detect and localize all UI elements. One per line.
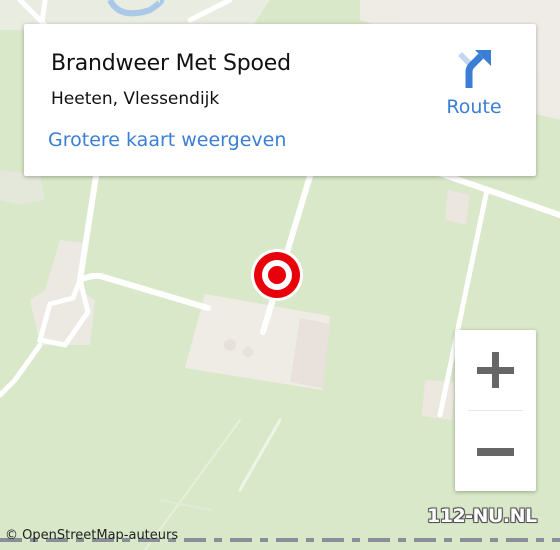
watermark-logo: 112-NU.NL <box>427 505 537 527</box>
place-title: Brandweer Met Spoed <box>51 51 291 76</box>
bigger-map-link[interactable]: Grotere kaart weergeven <box>48 129 286 151</box>
place-address: Heeten, Vlessendijk <box>51 89 220 109</box>
building <box>445 190 470 225</box>
building <box>224 339 236 351</box>
directions-turn-right-icon <box>458 50 491 88</box>
info-card: Brandweer Met Spoed Heeten, Vlessendijk … <box>24 24 536 176</box>
building <box>243 347 253 357</box>
zoom-out-button[interactable] <box>455 411 536 491</box>
map-attribution[interactable]: © OpenStreetMap-auteurs <box>5 528 178 543</box>
zoom-in-button[interactable] <box>455 330 536 410</box>
minus-icon <box>477 448 514 456</box>
route-button[interactable]: Route <box>434 50 514 120</box>
target-marker-icon[interactable] <box>251 249 303 301</box>
zoom-control <box>455 330 536 491</box>
plus-icon <box>477 352 514 388</box>
route-label: Route <box>446 96 502 118</box>
